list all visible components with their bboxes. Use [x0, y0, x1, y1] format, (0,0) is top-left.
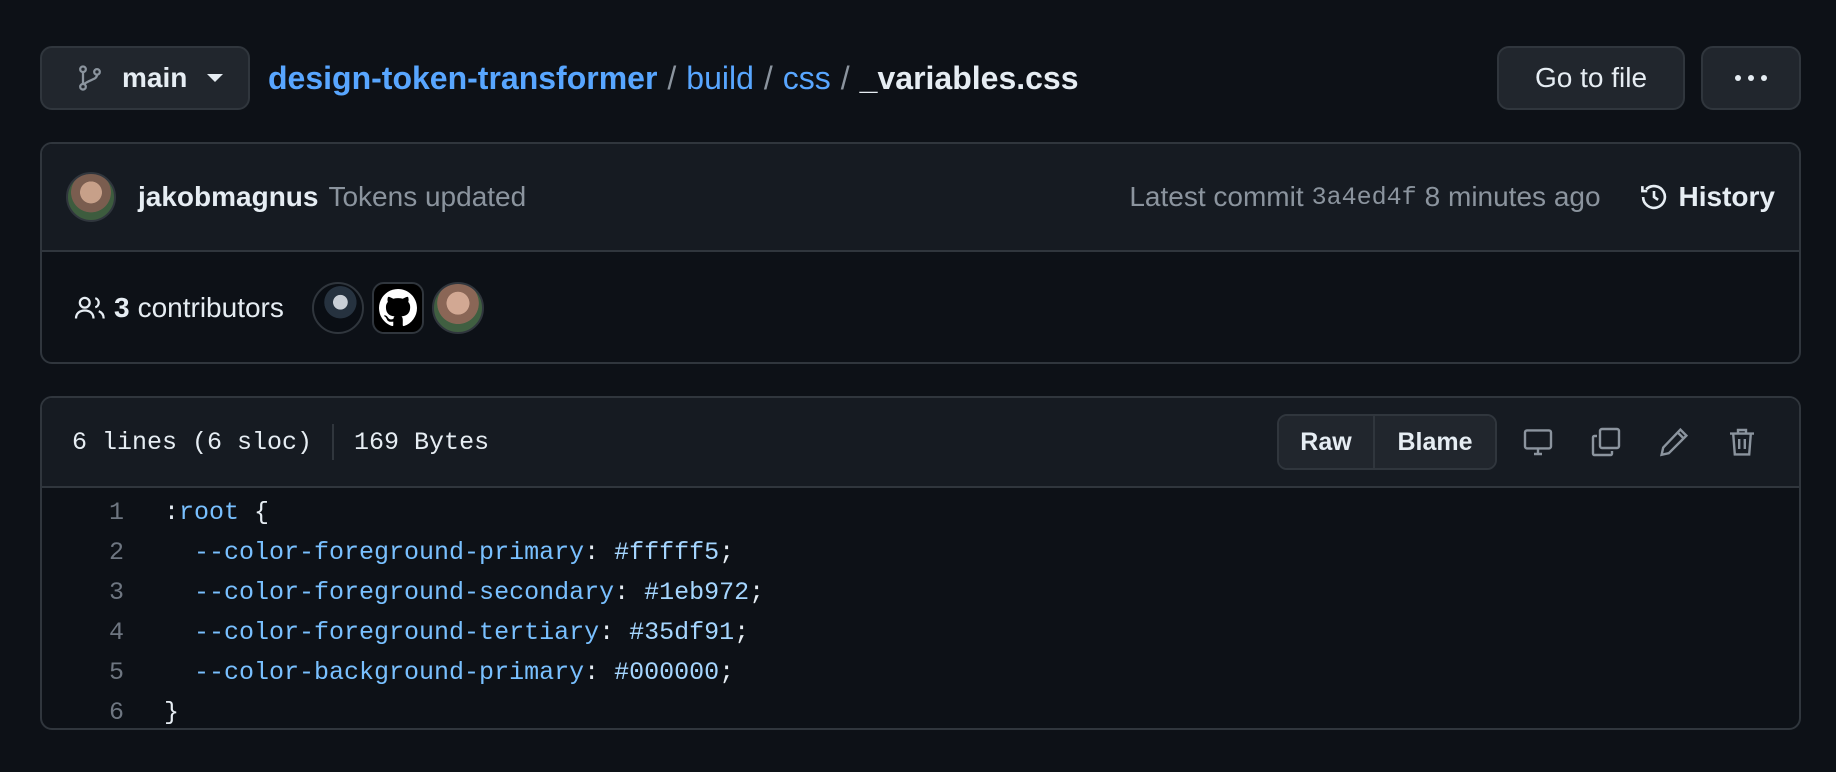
code-view: 1 :root { 2 --color-foreground-primary: … — [42, 488, 1799, 728]
breadcrumb-build-link[interactable]: build — [686, 60, 754, 97]
line-content: --color-background-primary: #000000; — [194, 657, 735, 687]
branch-selector-button[interactable]: main — [40, 46, 250, 110]
code-line: 5 --color-background-primary: #000000; — [42, 652, 1799, 692]
commit-sha-link[interactable]: 3a4ed4f — [1312, 183, 1417, 212]
author-avatar[interactable] — [66, 172, 116, 222]
copy-raw-button[interactable] — [1579, 415, 1633, 469]
code-line: 1 :root { — [42, 492, 1799, 532]
go-to-file-button[interactable]: Go to file — [1497, 46, 1685, 110]
line-number[interactable]: 2 — [42, 538, 124, 567]
file-path-bar: main design-token-transformer / build / … — [40, 46, 1801, 110]
code-rest: { — [239, 497, 270, 527]
breadcrumb-current-file: _variables.css — [859, 59, 1079, 96]
raw-blame-group: Raw Blame — [1277, 414, 1497, 470]
line-number[interactable]: 1 — [42, 498, 124, 527]
breadcrumb: design-token-transformer / build / css /… — [268, 60, 1079, 97]
code-value: #fffff5 — [614, 537, 720, 567]
line-content: :root { — [124, 498, 269, 527]
breadcrumb-css-link[interactable]: css — [783, 60, 831, 97]
code-property: --color-background-primary — [194, 657, 585, 687]
commit-message-link[interactable]: Tokens updated — [328, 181, 526, 213]
copy-icon — [1591, 427, 1621, 457]
contributors-label: contributors — [137, 292, 284, 323]
code-value: #35df91 — [629, 617, 735, 647]
edit-file-button[interactable] — [1647, 415, 1701, 469]
pencil-icon — [1660, 427, 1689, 457]
breadcrumb-separator: / — [667, 59, 677, 96]
contributor-avatar[interactable] — [311, 282, 364, 334]
github-mark-icon — [378, 289, 417, 327]
line-content: } — [164, 697, 180, 727]
breadcrumb-separator: / — [840, 59, 850, 96]
file-lines-info: 6 lines (6 sloc) — [72, 427, 313, 457]
commit-meta: Latest commit 3a4ed4f 8 minutes ago Hist… — [1129, 181, 1775, 213]
history-link[interactable]: History — [1639, 181, 1775, 213]
commit-time: 8 minutes ago — [1424, 181, 1601, 212]
file-actions: Raw Blame — [1277, 414, 1769, 470]
divider — [332, 424, 335, 460]
file-info: 6 lines (6 sloc) 169 Bytes — [72, 424, 489, 460]
git-branch-icon — [79, 65, 101, 91]
desktop-icon — [1523, 429, 1553, 456]
line-content: --color-foreground-secondary: #1eb972; — [194, 577, 765, 607]
commit-author-link[interactable]: jakobmagnus — [138, 181, 318, 213]
delete-file-button[interactable] — [1715, 415, 1769, 469]
file-header: 6 lines (6 sloc) 169 Bytes Raw Blame — [42, 398, 1799, 488]
contributors-row: 3 contributors — [42, 252, 1799, 362]
code-selector: root — [179, 497, 240, 527]
chevron-down-icon — [207, 74, 224, 82]
raw-button[interactable]: Raw — [1279, 416, 1375, 468]
code-property: --color-foreground-primary — [194, 537, 585, 567]
contributor-avatars — [311, 282, 484, 334]
line-content: --color-foreground-primary: #fffff5; — [194, 537, 735, 567]
contributors-count: 3 — [114, 292, 130, 323]
code-value: #1eb972 — [644, 577, 750, 607]
code-punct: : — [164, 497, 180, 527]
commit-info-box: jakobmagnus Tokens updated Latest commit… — [40, 142, 1801, 364]
branch-name: main — [122, 62, 188, 93]
code-line: 4 --color-foreground-tertiary: #35df91; — [42, 612, 1799, 652]
contributors-link[interactable]: 3 contributors — [74, 292, 284, 324]
breadcrumb-separator: / — [763, 59, 773, 96]
code-property: --color-foreground-secondary — [194, 577, 615, 607]
contributor-avatar[interactable] — [431, 282, 484, 334]
blame-button[interactable]: Blame — [1375, 416, 1495, 468]
history-label: History — [1678, 181, 1775, 212]
people-icon — [74, 296, 105, 319]
code-line: 2 --color-foreground-primary: #fffff5; — [42, 532, 1799, 572]
code-line: 3 --color-foreground-secondary: #1eb972; — [42, 572, 1799, 612]
breadcrumb-repo-link[interactable]: design-token-transformer — [268, 60, 657, 97]
line-number[interactable]: 5 — [42, 658, 124, 687]
file-top-actions: Go to file — [1497, 46, 1801, 110]
line-number[interactable]: 6 — [42, 698, 124, 727]
kebab-horizontal-icon — [1735, 75, 1767, 81]
file-size: 169 Bytes — [354, 427, 490, 457]
more-options-button[interactable] — [1701, 46, 1801, 110]
trash-icon — [1730, 428, 1754, 456]
line-number[interactable]: 4 — [42, 618, 124, 647]
file-viewer: 6 lines (6 sloc) 169 Bytes Raw Blame 1:… — [40, 396, 1801, 730]
latest-commit-label: Latest commit — [1129, 181, 1304, 212]
history-icon — [1640, 184, 1666, 210]
latest-commit-row: jakobmagnus Tokens updated Latest commit… — [42, 144, 1799, 252]
code-value: #000000 — [614, 657, 720, 687]
code-line: 6 } — [42, 692, 1799, 728]
code-property: --color-foreground-tertiary — [194, 617, 600, 647]
contributor-avatar[interactable] — [371, 282, 424, 334]
line-number[interactable]: 3 — [42, 578, 124, 607]
line-content: --color-foreground-tertiary: #35df91; — [194, 617, 750, 647]
display-rendered-button[interactable] — [1511, 415, 1565, 469]
